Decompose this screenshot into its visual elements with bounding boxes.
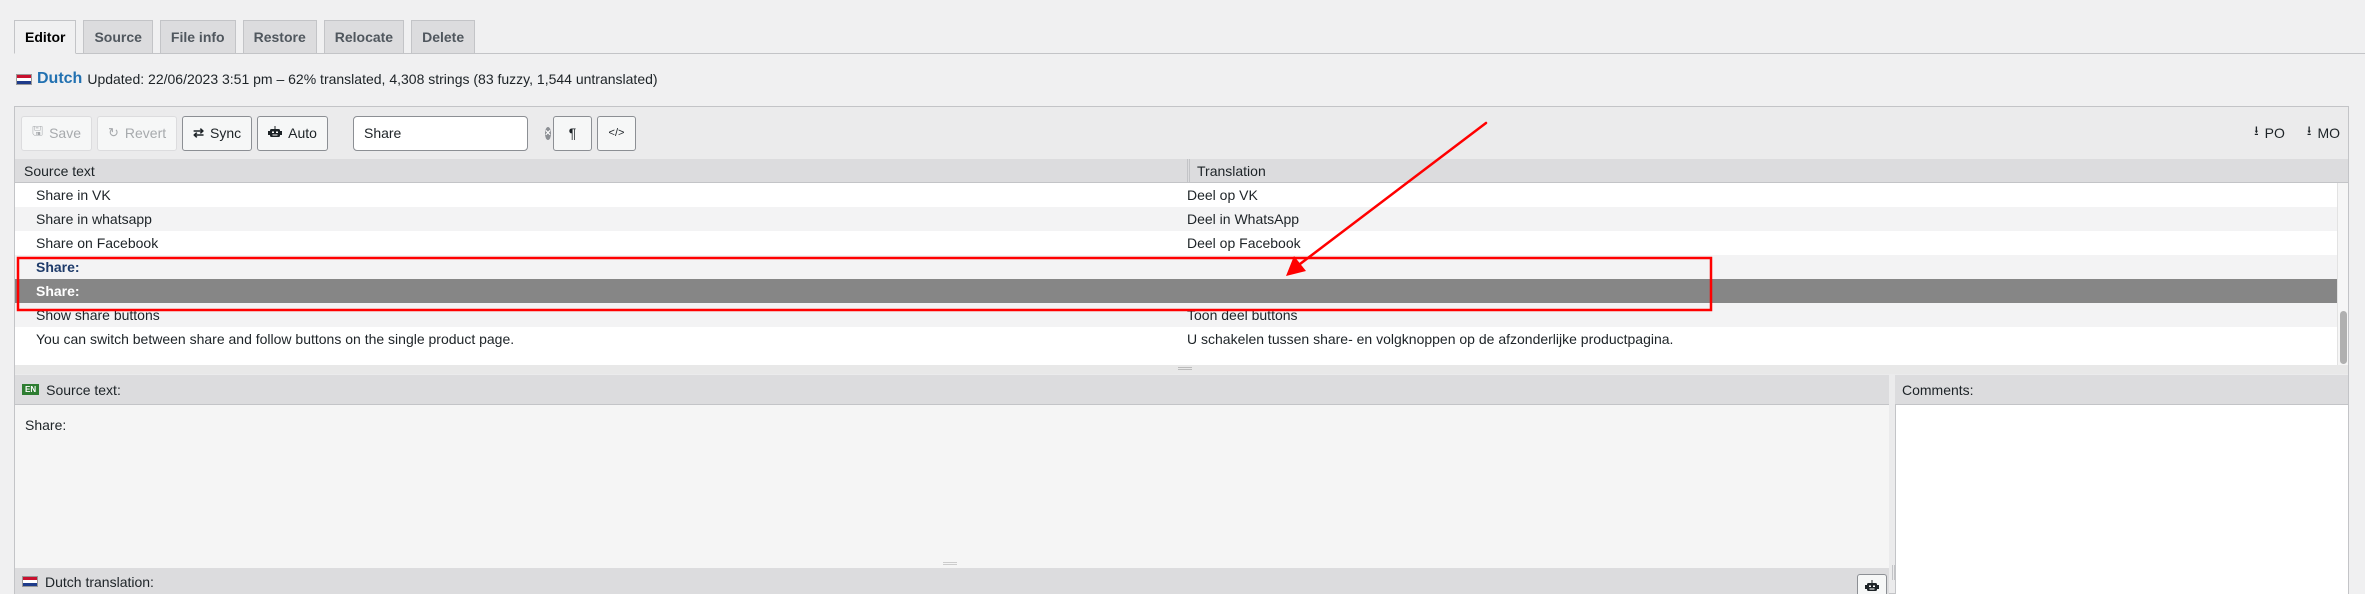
source-cell: You can switch between share and follow … — [36, 331, 515, 347]
translation-cell: Deel op VK — [1187, 187, 1258, 203]
clear-icon[interactable]: × — [544, 126, 551, 140]
tab-editor[interactable]: Editor — [14, 20, 77, 54]
translation-cell: U schakelen tussen share- en volgknoppen… — [1187, 331, 1674, 347]
tab-restore[interactable]: Restore — [242, 20, 317, 53]
robot-icon — [268, 125, 283, 141]
table-row[interactable]: You can switch between share and follow … — [15, 327, 2339, 351]
download-mo-link[interactable]: ⭳ MO — [2307, 122, 2340, 144]
list-scrollbar[interactable] — [2337, 183, 2348, 365]
tab-delete[interactable]: Delete — [411, 20, 476, 53]
table-row-untranslated[interactable]: Share: — [15, 255, 2339, 279]
download-links: ⭳ PO ⭳ MO — [2232, 107, 2340, 159]
source-cell: Share: — [36, 283, 80, 299]
download-mo-label: MO — [2317, 125, 2340, 141]
auto-translate-single-button[interactable] — [1857, 574, 1887, 594]
column-header-translation[interactable]: Translation — [1187, 159, 1266, 183]
revert-label: Revert — [124, 125, 167, 141]
translation-cell: Toon deel buttons — [1187, 307, 1298, 323]
table-row[interactable]: Share in VK Deel op VK — [15, 183, 2339, 207]
table-row[interactable]: Share in whatsapp Deel in WhatsApp — [15, 207, 2339, 231]
tab-source[interactable]: Source — [83, 20, 153, 53]
string-list: Share in VK Deel op VK Share in whatsapp… — [15, 183, 2339, 365]
floppy-disk-icon: 🖫 — [32, 123, 44, 138]
source-cell: Share in whatsapp — [36, 211, 152, 227]
source-cell: Show share buttons — [36, 307, 160, 323]
auto-label: Auto — [288, 125, 317, 141]
tab-file-info[interactable]: File info — [159, 20, 236, 53]
sync-icon: ⇄ — [193, 125, 205, 140]
auto-translate-button[interactable]: Auto — [257, 115, 328, 151]
netherlands-flag-icon — [22, 576, 38, 587]
download-po-label: PO — [2264, 125, 2285, 141]
netherlands-flag-icon — [16, 73, 32, 85]
scrollbar-thumb[interactable] — [2340, 311, 2347, 364]
english-lang-badge: EN — [22, 384, 40, 395]
table-row[interactable]: Share on Facebook Deel op Facebook — [15, 231, 2339, 255]
translation-pane-header: Dutch translation: — [15, 568, 1889, 594]
source-cell: Share in VK — [36, 187, 111, 203]
file-status: Dutch Updated: 22/06/2023 3:51 pm – 62% … — [16, 70, 658, 88]
sync-label: Sync — [210, 125, 242, 141]
toggle-invisibles-button[interactable]: ¶ — [552, 115, 592, 151]
search-field: × — [352, 115, 551, 151]
source-pane: EN Source text: Share: — [15, 365, 1889, 570]
robot-icon — [1865, 579, 1879, 594]
comments-box[interactable] — [1895, 405, 2348, 594]
revert-button[interactable]: ↻ Revert — [97, 115, 178, 151]
table-row-selected[interactable]: Share: — [15, 279, 2339, 303]
source-cell: Share: — [36, 259, 80, 275]
translation-pane-label: Dutch translation: — [45, 573, 154, 590]
source-text-box: Share: — [15, 405, 1889, 570]
source-cell: Share on Facebook — [36, 235, 159, 251]
save-label: Save — [49, 125, 81, 141]
undo-icon: ↻ — [108, 125, 119, 140]
comments-pane: Comments: — [1895, 375, 2348, 594]
tab-relocate[interactable]: Relocate — [323, 20, 405, 53]
editor-panel: 🖫 Save ↻ Revert ⇄ Sync Auto × ¶ </> ⭳ PO — [14, 106, 2349, 594]
status-summary: Updated: 22/06/2023 3:51 pm – 62% transl… — [87, 71, 658, 87]
source-pane-label: Source text: — [46, 381, 121, 398]
column-header-source[interactable]: Source text — [24, 163, 95, 179]
translation-cell: Deel op Facebook — [1187, 235, 1301, 251]
tab-bar: Editor Source File info Restore Relocate… — [14, 17, 2365, 54]
comments-pane-header: Comments: — [1895, 375, 2348, 405]
download-po-link[interactable]: ⭳ PO — [2254, 122, 2285, 144]
source-text: Share: — [25, 417, 67, 433]
source-resize-handle[interactable] — [943, 562, 957, 565]
save-button[interactable]: 🖫 Save — [21, 115, 92, 151]
toggle-code-view-button[interactable]: </> — [596, 115, 636, 151]
table-row[interactable]: Show share buttons Toon deel buttons — [15, 303, 2339, 327]
source-pane-header: EN Source text: — [15, 375, 1889, 405]
comments-pane-label: Comments: — [1902, 381, 1974, 398]
search-input[interactable] — [363, 125, 545, 141]
download-icon: ⭳ — [2306, 123, 2312, 138]
editor-toolbar: 🖫 Save ↻ Revert ⇄ Sync Auto × ¶ </> ⭳ PO — [15, 107, 2348, 159]
language-link[interactable]: Dutch — [37, 70, 82, 88]
sync-button[interactable]: ⇄ Sync — [182, 115, 253, 151]
grid-header: Source text Translation — [15, 159, 2348, 183]
translation-cell: Deel in WhatsApp — [1187, 211, 1300, 227]
download-icon: ⭳ — [2254, 123, 2259, 138]
